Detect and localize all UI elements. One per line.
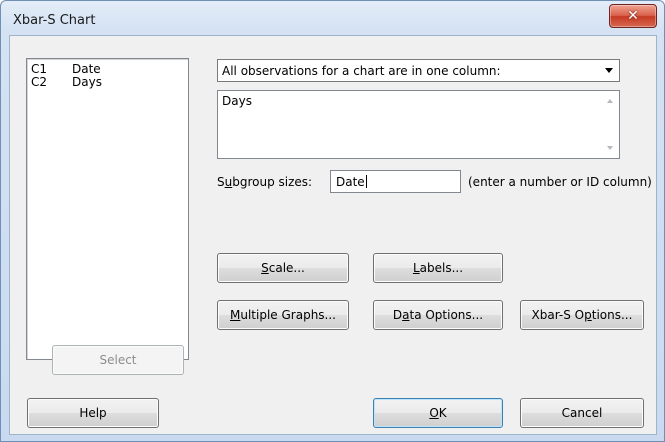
window-title: Xbar-S Chart: [13, 13, 96, 28]
text-caret: [365, 175, 367, 188]
help-button[interactable]: Help: [27, 398, 159, 428]
subgroup-sizes-value: Date: [336, 175, 365, 189]
variable-list[interactable]: C1 Date C2 Days: [26, 58, 189, 360]
column-id: C2: [31, 75, 48, 89]
column-name: Days: [72, 75, 102, 89]
variables-value: Days: [222, 94, 252, 108]
data-options-button[interactable]: Da ta Options...: [373, 300, 503, 330]
xbar-s-chart-dialog: Xbar-S Chart ✕ C1 Date C2 Days All obser…: [0, 0, 665, 442]
scrollbar[interactable]: [602, 91, 619, 158]
dropdown-button[interactable]: [600, 61, 618, 80]
chevron-down-icon: [605, 68, 613, 73]
scroll-down-icon[interactable]: [607, 146, 613, 150]
close-button[interactable]: ✕: [609, 4, 657, 28]
cancel-button[interactable]: Cancel: [520, 398, 644, 428]
labels-button[interactable]: Labels...: [373, 253, 503, 283]
dialog-body: C1 Date C2 Days All observations for a c…: [9, 35, 657, 435]
subgroup-sizes-label: Subgroup sizes:: [217, 175, 313, 189]
scroll-up-icon[interactable]: [607, 99, 613, 103]
close-icon: ✕: [627, 8, 639, 24]
scale-button[interactable]: Scale...: [217, 253, 349, 283]
subgroup-sizes-input[interactable]: Date: [330, 170, 461, 193]
select-button[interactable]: Select: [52, 345, 184, 375]
subgroup-hint: (enter a number or ID column): [468, 175, 652, 189]
title-bar: Xbar-S Chart ✕: [1, 1, 664, 35]
variables-textarea[interactable]: Days: [217, 90, 620, 159]
ok-button[interactable]: OK: [373, 398, 503, 428]
multiple-graphs-button[interactable]: Multiple Graphs...: [217, 300, 349, 330]
data-layout-selected: All observations for a chart are in one …: [222, 64, 501, 78]
xbar-s-options-button[interactable]: Xbar-S Op tions...: [520, 300, 644, 330]
data-layout-dropdown[interactable]: All observations for a chart are in one …: [217, 59, 620, 82]
